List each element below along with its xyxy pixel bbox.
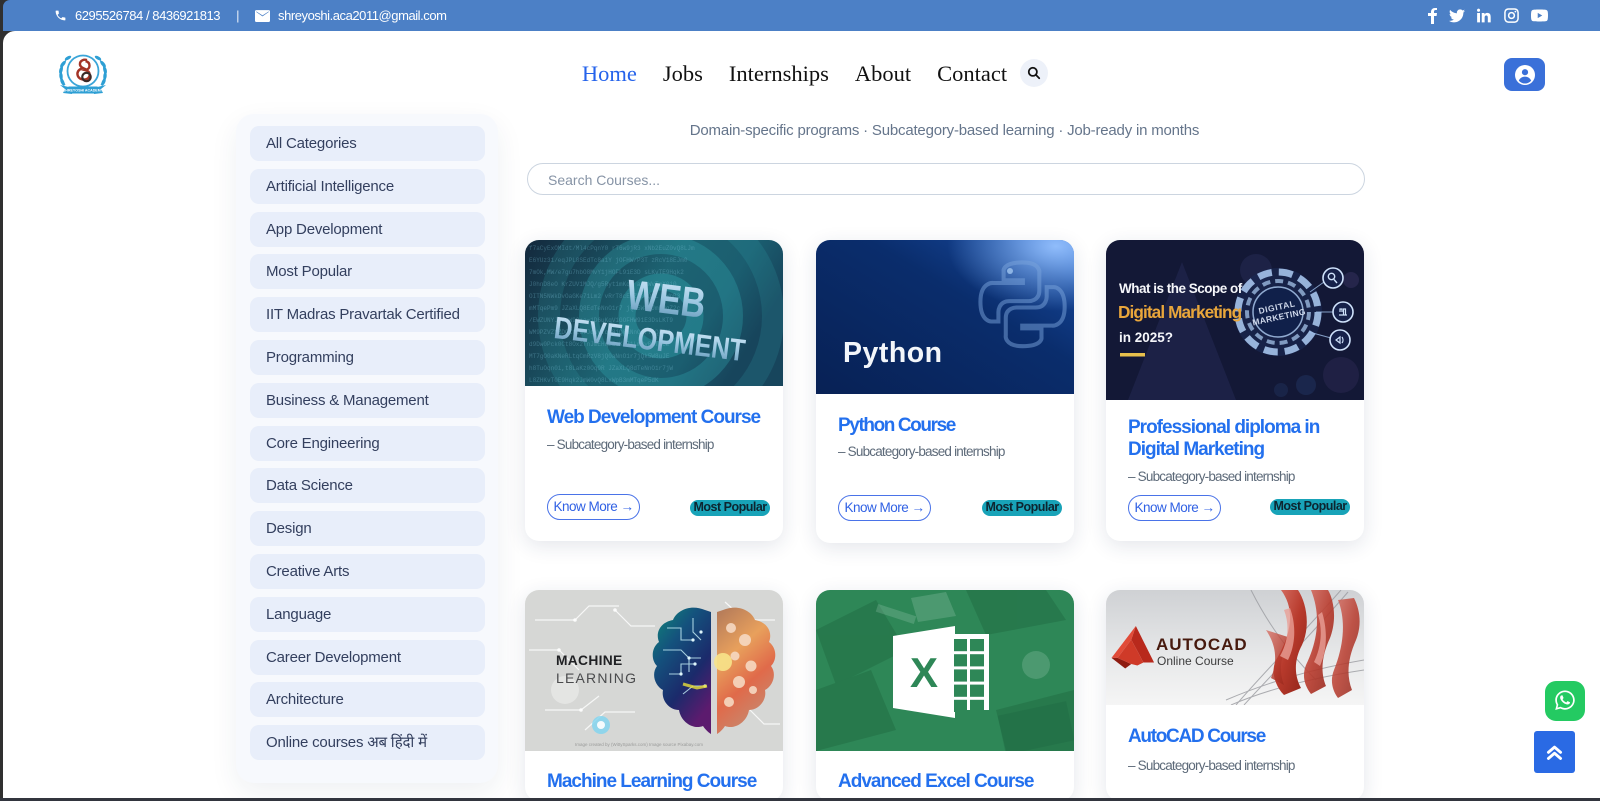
svg-text:f7aCyExOMIdt/Ml4cPqnY0 rT6w9jR: f7aCyExOMIdt/Ml4cPqnY0 rT6w9jR3 xNb2EuZ0… [529, 245, 695, 252]
svg-text:h8TuOqn0i,t8LaKz0Oq9R JZaXLQ8d: h8TuOqn0i,t8LaKz0Oq9R JZaXLQ8dTeNnO1r7jW [529, 365, 673, 372]
svg-text:E6YUz31/eqJPL8SEdTc8a1Y jOFHW/: E6YUz31/eqJPL8SEdTc8a1Y jOFHW/P3T zRcV18… [529, 257, 688, 264]
svg-text:Digital Marketing: Digital Marketing [1118, 302, 1242, 322]
svg-text:Python: Python [843, 337, 943, 369]
svg-text:WEB: WEB [624, 271, 708, 327]
svg-text:LEARNING: LEARNING [556, 670, 637, 686]
svg-text:What is the Scope of: What is the Scope of [1119, 281, 1243, 296]
svg-text:L8ZHKvT0E9Hqk2JmW0vQ8LxWpB3mMT: L8ZHKvT0E9Hqk2JmW0vQ8LxWpB3mMTqeP5dK [529, 377, 659, 384]
svg-text:MACHINE: MACHINE [556, 653, 622, 668]
svg-text:AUTOCAD: AUTOCAD [1156, 635, 1248, 654]
svg-text:Online Course: Online Course [1157, 654, 1234, 668]
svg-text:X: X [910, 649, 938, 696]
svg-text:in 2025?: in 2025? [1119, 330, 1173, 345]
svg-text:Image created by (WittySparks.: Image created by (WittySparks.com) Image… [575, 742, 703, 747]
